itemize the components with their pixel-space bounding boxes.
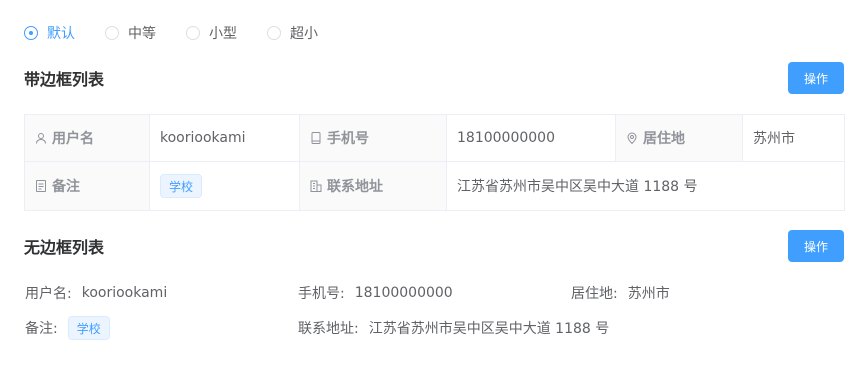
size-radio-label: 中等 <box>128 26 156 42</box>
plain-section-header: 无边框列表 操作 <box>24 230 844 262</box>
radio-circle-icon <box>186 26 200 40</box>
plain-row: 备注: 学校 联系地址: 江苏省苏州市吴中区吴中大道 1188 号 <box>24 316 844 340</box>
size-radio-label: 默认 <box>47 26 75 42</box>
residence-label-cell: 居住地 <box>615 114 743 162</box>
residence-value: 苏州市 <box>742 114 845 162</box>
username-label-cell: 用户名 <box>24 114 150 162</box>
remark-label: 备注 <box>52 179 80 195</box>
document-icon <box>36 180 46 192</box>
size-radio-default[interactable]: 默认 <box>24 23 75 43</box>
bordered-action-button[interactable]: 操作 <box>788 62 844 94</box>
plain-row: 用户名: kooriookami 手机号: 18100000000 居住地: 苏… <box>24 281 844 305</box>
remark-label-cell: 备注 <box>24 161 150 211</box>
bordered-section-title: 带边框列表 <box>24 70 105 89</box>
user-icon <box>36 133 46 144</box>
phone-icon <box>311 132 321 144</box>
phone-label: 手机号 <box>327 131 369 147</box>
plain-residence-item: 居住地: 苏州市 <box>571 281 670 305</box>
username-label: 用户名 <box>52 131 94 147</box>
table-row: 备注 学校 联系地址 江苏省苏州市吴中区吴中大道 1188 号 <box>24 161 845 211</box>
plain-username-label: 用户名: <box>25 286 72 302</box>
plain-section-title: 无边框列表 <box>24 238 105 257</box>
remark-tag: 学校 <box>160 174 203 198</box>
plain-action-button[interactable]: 操作 <box>788 230 844 262</box>
plain-residence-value: 苏州市 <box>627 286 670 302</box>
address-label-cell: 联系地址 <box>299 161 447 211</box>
address-label: 联系地址 <box>327 179 383 195</box>
office-building-icon <box>310 180 322 192</box>
remark-value-cell: 学校 <box>149 161 300 211</box>
size-radio-mini[interactable]: 超小 <box>267 23 318 43</box>
bordered-section-header: 带边框列表 操作 <box>24 62 844 94</box>
radio-circle-icon <box>24 26 38 40</box>
plain-address-label: 联系地址: <box>298 321 359 337</box>
plain-phone-item: 手机号: 18100000000 <box>298 281 453 305</box>
location-icon <box>627 132 637 144</box>
bordered-descriptions: 用户名 kooriookami 手机号 18100000000 居住地 苏州市 <box>24 114 845 211</box>
plain-username-item: 用户名: kooriookami <box>25 281 167 305</box>
size-radio-group: 默认 中等 小型 超小 <box>24 24 348 42</box>
radio-circle-icon <box>105 26 119 40</box>
residence-label: 居住地 <box>643 131 685 147</box>
plain-address-value: 江苏省苏州市吴中区吴中大道 1188 号 <box>368 321 610 337</box>
phone-label-cell: 手机号 <box>299 114 447 162</box>
plain-remark-item: 备注: 学校 <box>25 316 110 340</box>
plain-phone-value: 18100000000 <box>354 285 453 301</box>
plain-username-value: kooriookami <box>81 285 168 301</box>
size-radio-label: 小型 <box>209 26 237 42</box>
size-radio-medium[interactable]: 中等 <box>105 23 156 43</box>
radio-circle-icon <box>267 26 281 40</box>
size-radio-small[interactable]: 小型 <box>186 23 237 43</box>
plain-remark-tag: 学校 <box>67 316 110 340</box>
plain-address-item: 联系地址: 江苏省苏州市吴中区吴中大道 1188 号 <box>298 316 609 340</box>
plain-residence-label: 居住地: <box>571 286 618 302</box>
address-value: 江苏省苏州市吴中区吴中大道 1188 号 <box>446 161 845 211</box>
plain-phone-label: 手机号: <box>298 286 345 302</box>
plain-remark-label: 备注: <box>25 321 58 337</box>
username-value: kooriookami <box>149 114 300 162</box>
table-row: 用户名 kooriookami 手机号 18100000000 居住地 苏州市 <box>24 114 845 162</box>
phone-value: 18100000000 <box>446 114 616 162</box>
size-radio-label: 超小 <box>290 26 318 42</box>
